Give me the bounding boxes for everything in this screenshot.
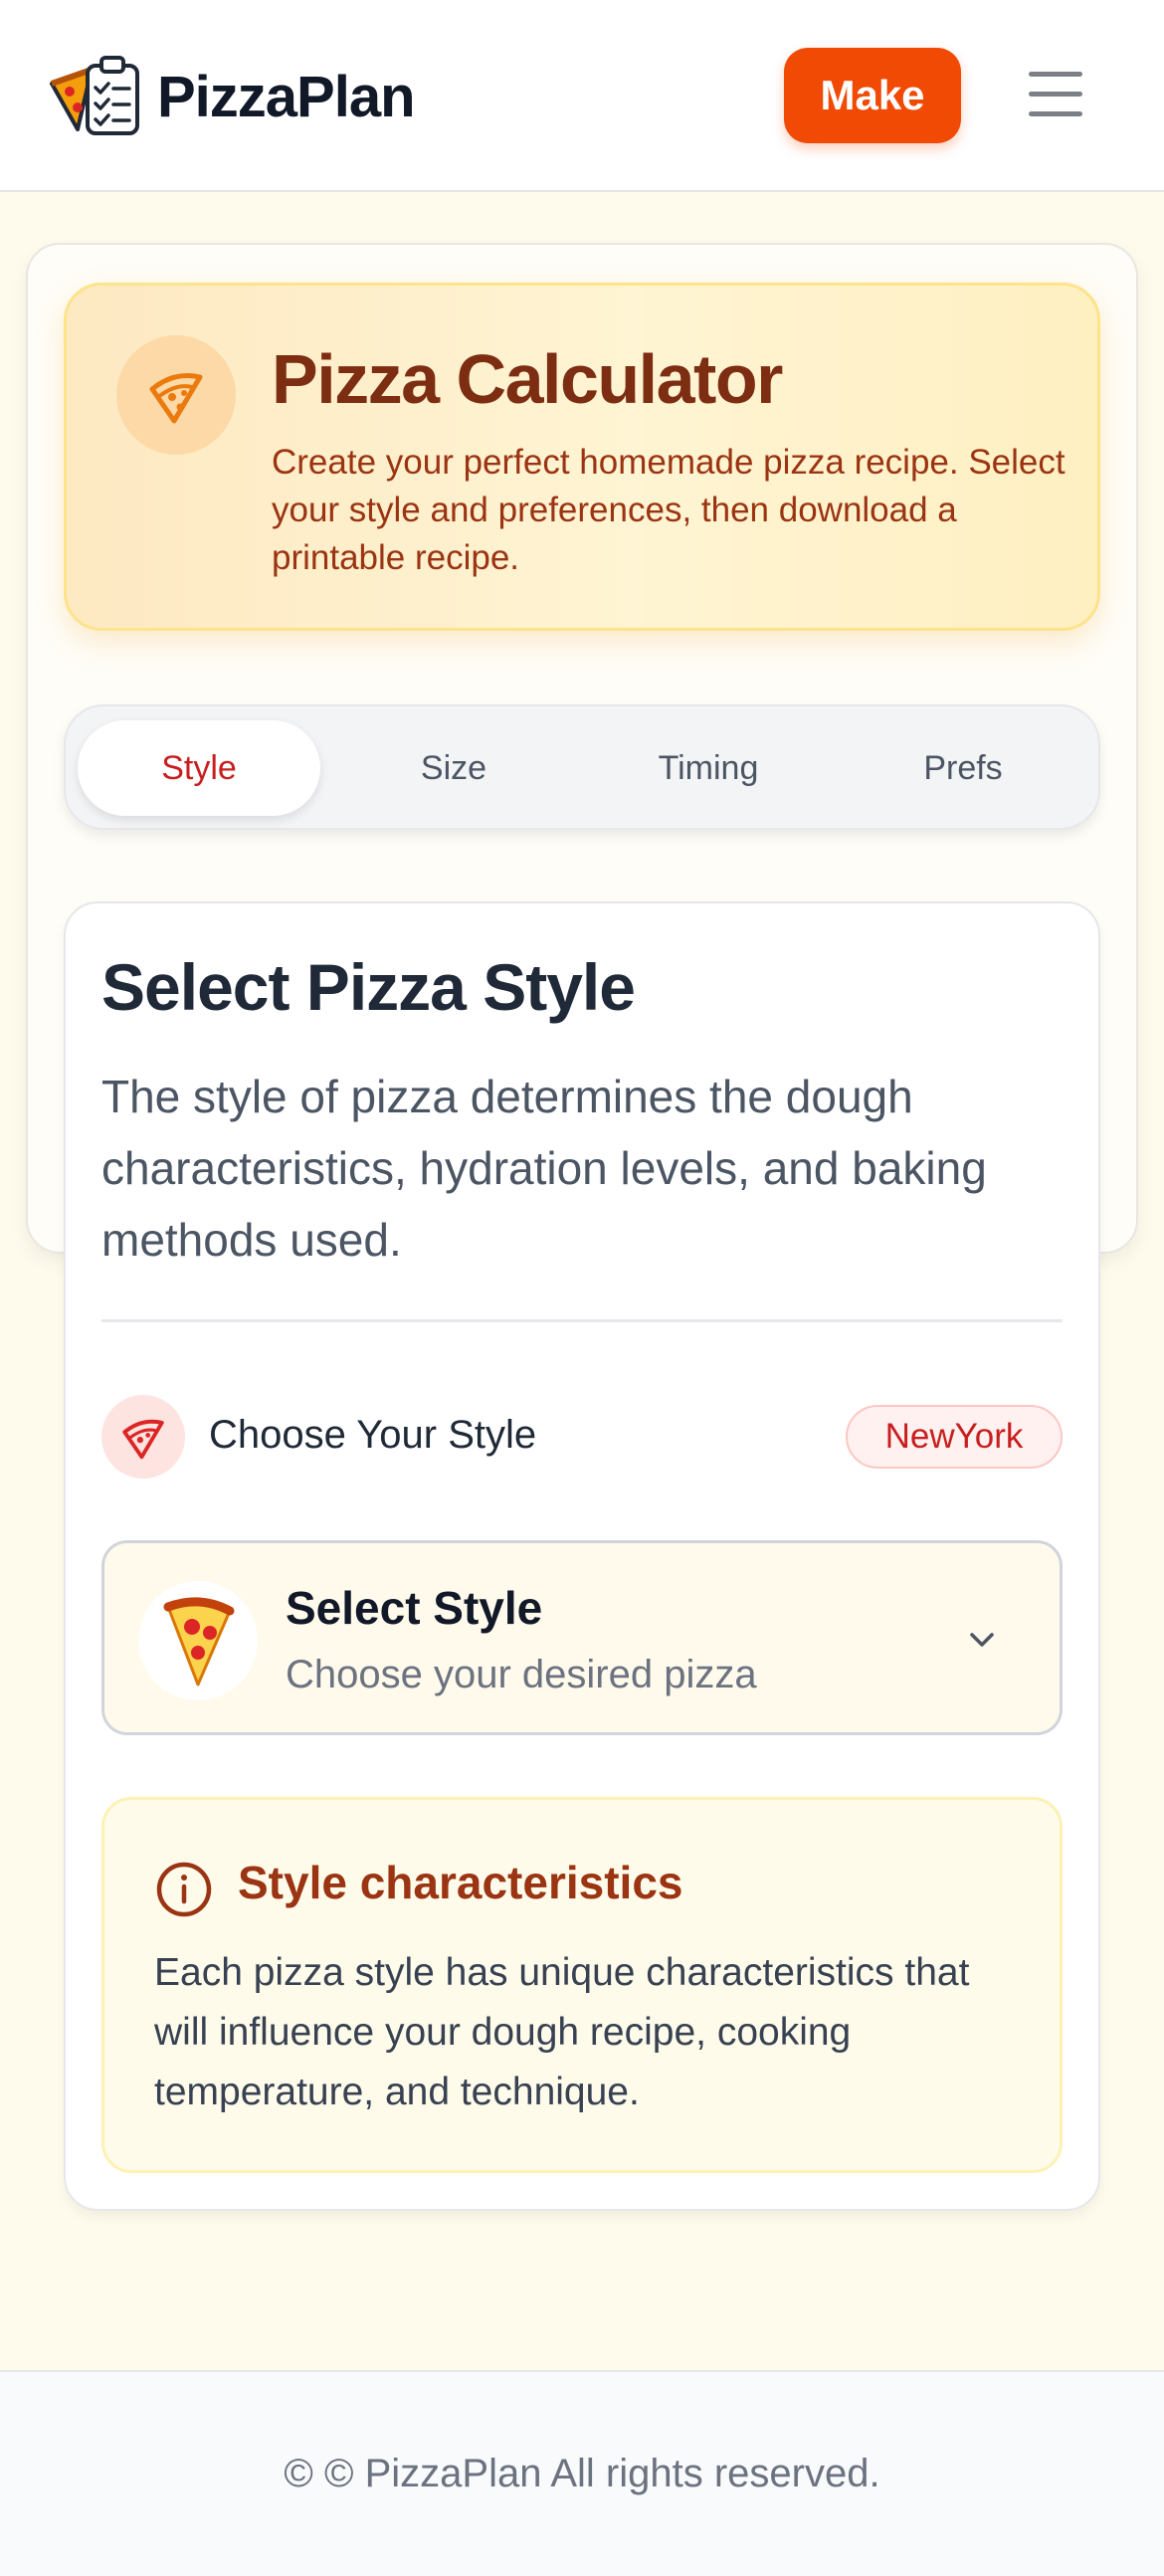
select-title: Select Style — [286, 1582, 543, 1634]
pizza-emoji-icon — [138, 1581, 258, 1700]
info-icon — [154, 1860, 214, 1919]
make-button[interactable]: Make — [784, 48, 961, 143]
app-header: PizzaPlan Make — [0, 0, 1164, 192]
pizza-slice-icon — [101, 1395, 185, 1479]
style-info-box: Style characteristics Each pizza style h… — [101, 1797, 1063, 2173]
copyright-text: © © PizzaPlan All rights reserved. — [284, 2452, 880, 2495]
hamburger-menu-icon[interactable] — [1025, 70, 1086, 119]
section-title: Select Pizza Style — [101, 950, 636, 1024]
step-tabs: Style Size Timing Prefs — [64, 704, 1100, 830]
tab-prefs[interactable]: Prefs — [842, 720, 1084, 816]
pizza-slice-icon — [116, 335, 236, 455]
section-description: The style of pizza determines the dough … — [101, 1071, 987, 1266]
info-title: Style characteristics — [238, 1857, 683, 1908]
hero-banner: Pizza Calculator Create your perfect hom… — [64, 283, 1100, 631]
page-title: Pizza Calculator — [272, 340, 783, 418]
pizza-clipboard-logo-icon — [48, 56, 143, 137]
brand-logo[interactable]: PizzaPlan — [48, 56, 416, 137]
selected-style-badge: NewYork — [846, 1405, 1063, 1469]
page-footer: © © PizzaPlan All rights reserved. — [0, 2370, 1164, 2576]
select-subtitle: Choose your desired pizza — [286, 1653, 757, 1696]
info-text: Each pizza style has unique characterist… — [154, 1951, 970, 2113]
choose-style-label: Choose Your Style — [209, 1413, 537, 1457]
brand-name: PizzaPlan — [157, 64, 416, 129]
divider — [101, 1319, 1063, 1322]
hero-description: Create your perfect homemade pizza recip… — [272, 443, 1066, 577]
tab-size[interactable]: Size — [332, 720, 575, 816]
chevron-down-icon — [962, 1621, 1002, 1661]
style-select[interactable]: Select Style Choose your desired pizza — [101, 1540, 1063, 1735]
tab-timing[interactable]: Timing — [587, 720, 830, 816]
tab-style[interactable]: Style — [78, 720, 320, 816]
